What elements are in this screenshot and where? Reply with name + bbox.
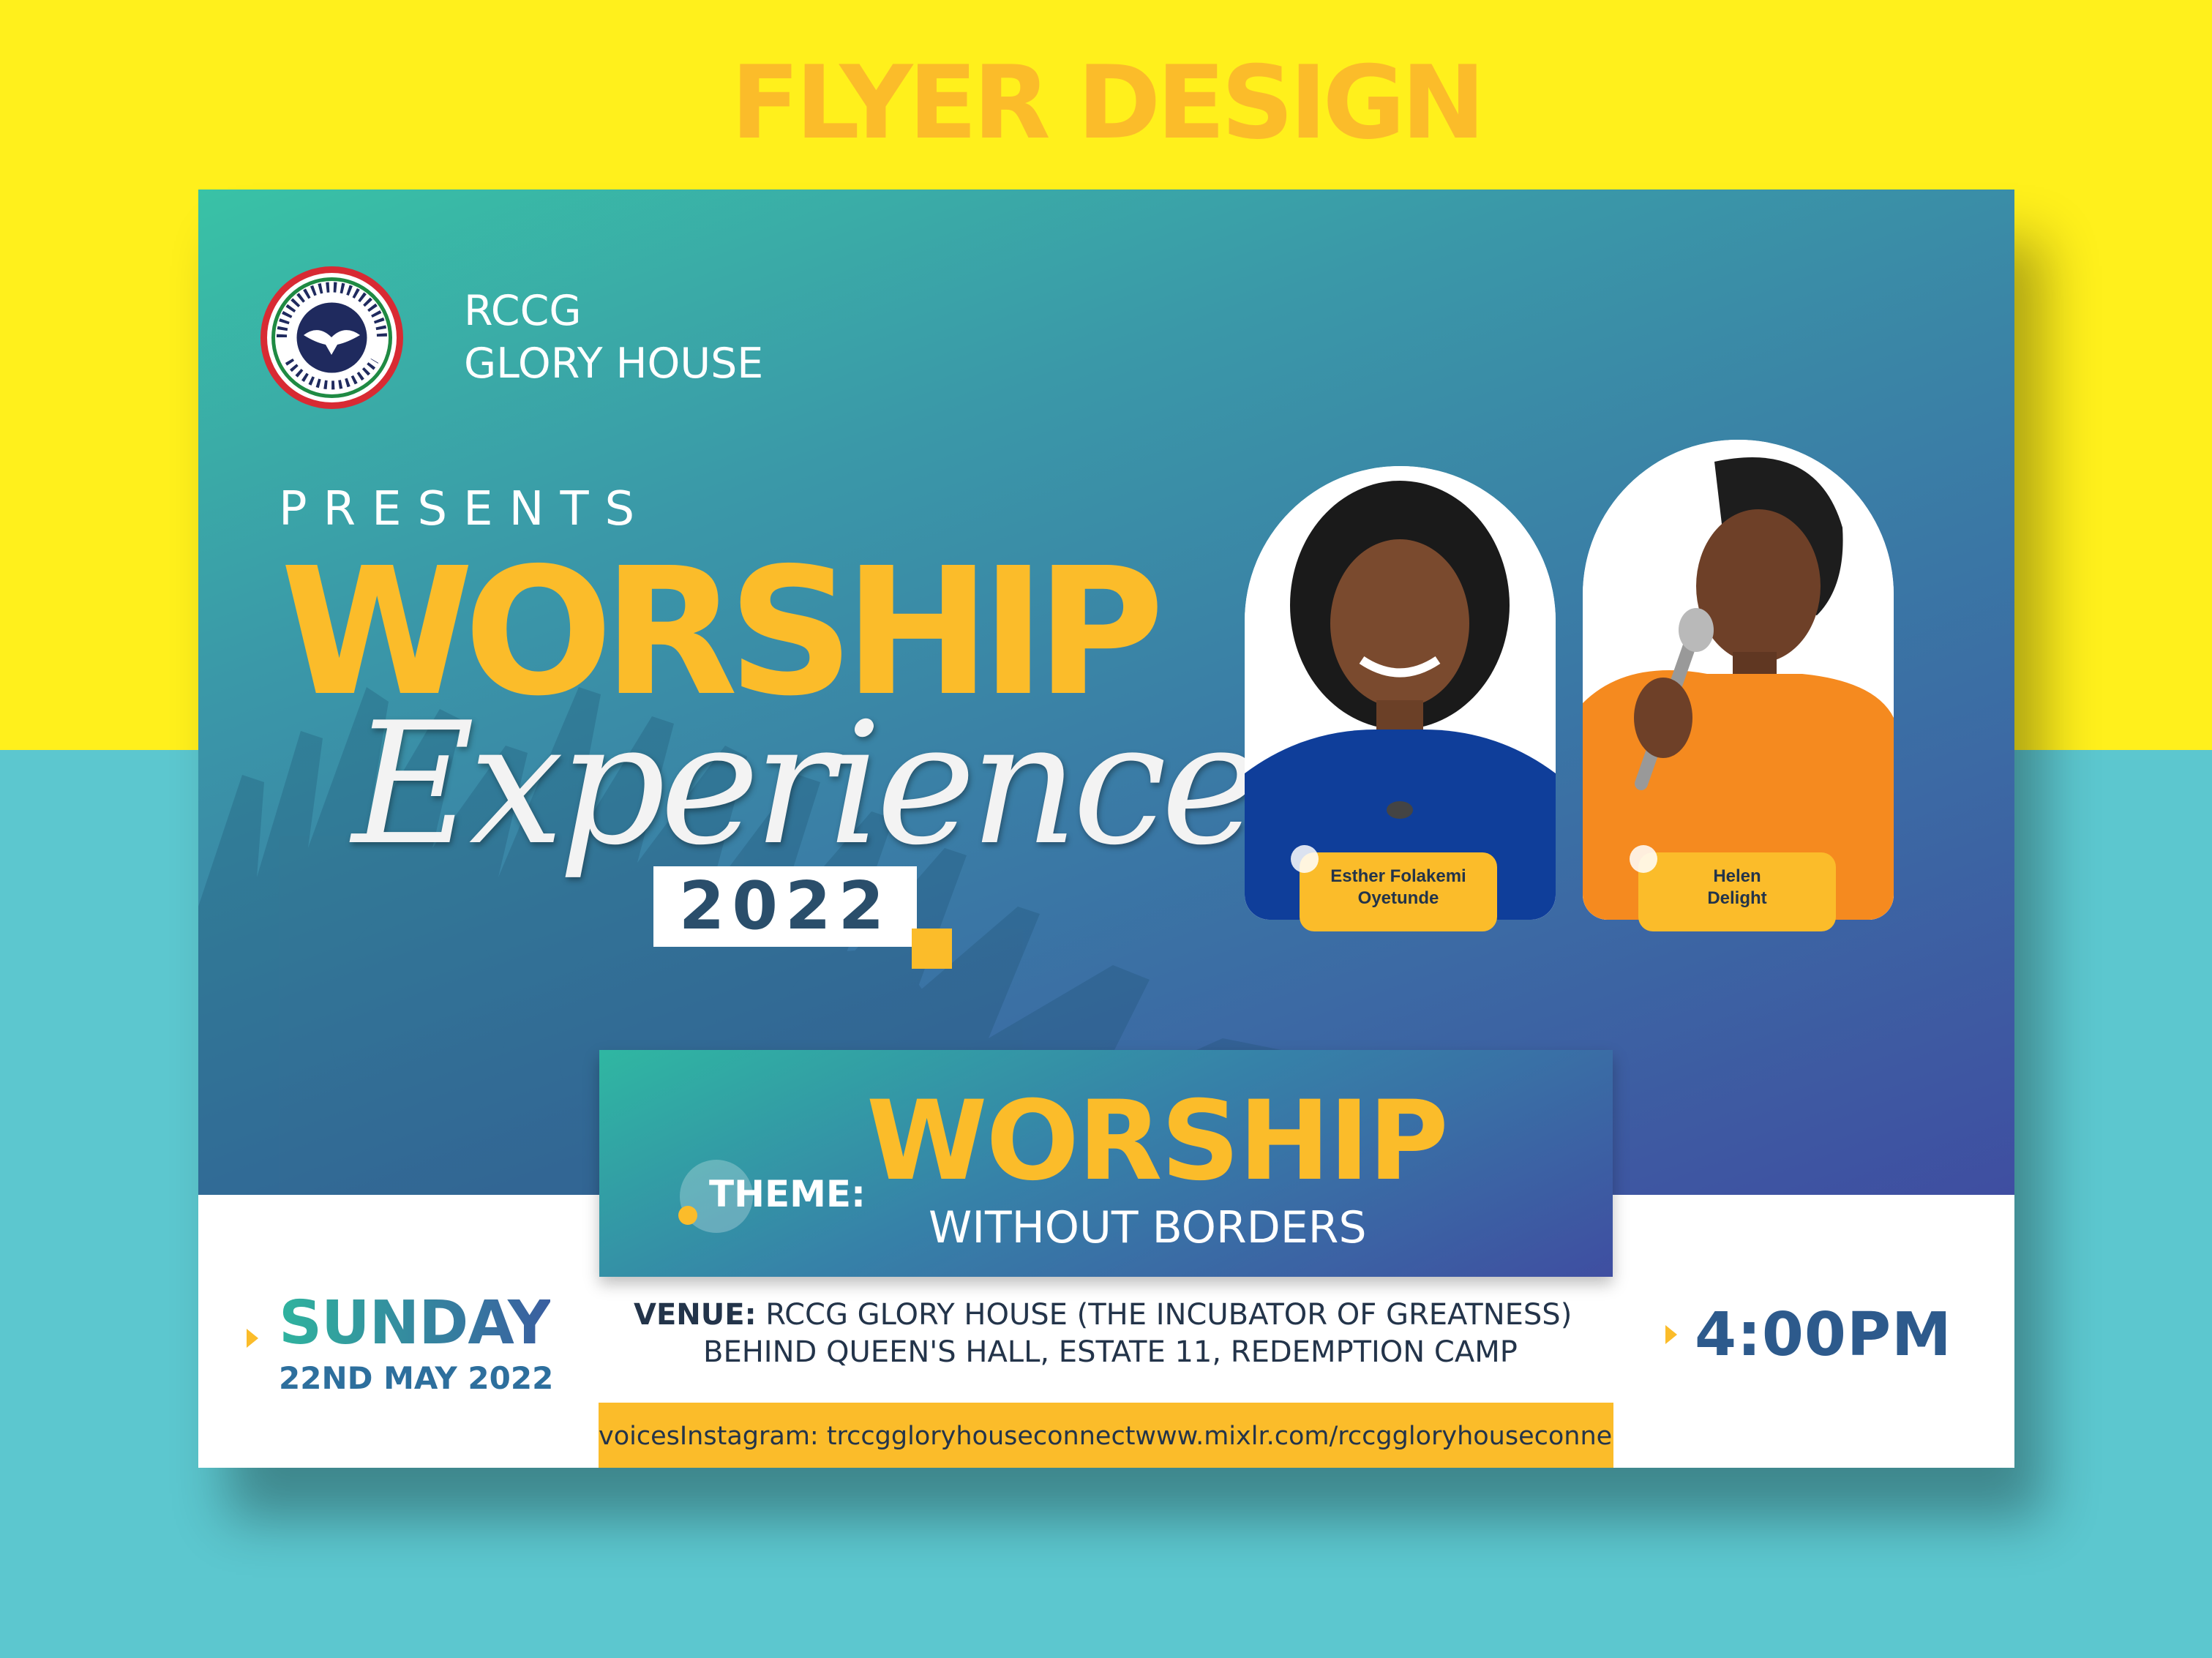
speaker-2-name-line-2: Delight: [1707, 888, 1767, 908]
speaker-1-name-line-1: Esther Folakemi: [1330, 866, 1466, 886]
dove-icon: [271, 277, 392, 398]
speaker-photo-2: [1583, 440, 1894, 920]
theme-title: WORSHIP: [866, 1078, 1449, 1205]
page-heading: FLYER DESIGN: [730, 44, 1486, 162]
speaker-2-name-line-1: Helen: [1713, 866, 1761, 886]
speaker-photo-1: [1245, 466, 1556, 920]
theme-subtitle: WITHOUT BORDERS: [929, 1202, 1367, 1253]
accent-square: [912, 929, 952, 969]
event-title-script: Experience: [352, 687, 1261, 882]
decorative-bubble: [1291, 845, 1319, 873]
theme-label: THEME:: [709, 1173, 866, 1215]
event-day: SUNDAY: [279, 1288, 551, 1358]
flyer-hero: RCCG GLORY HOUSE PRESENTS WORSHIP Experi…: [198, 190, 2014, 1195]
church-logo: [260, 266, 403, 409]
speaker-2-illustration: [1583, 440, 1894, 920]
arrow-right-icon: [1665, 1325, 1677, 1344]
venue-label: VENUE:: [634, 1298, 757, 1332]
speaker-name-tag-2: Helen Delight: [1638, 852, 1836, 931]
org-line-2: GLORY HOUSE: [464, 340, 764, 388]
event-date: 22ND MAY 2022: [279, 1360, 554, 1396]
presents-label: PRESENTS: [279, 482, 651, 536]
event-time: 4:00PM: [1695, 1300, 1952, 1370]
decorative-dot: [678, 1206, 697, 1225]
social-links-bar: voicesInstagram: trccggloryhouseconnectw…: [599, 1403, 1613, 1468]
event-year: 2022: [653, 866, 917, 947]
venue-line-2: BEHIND QUEEN'S HALL, ESTATE 11, REDEMPTI…: [703, 1335, 1518, 1369]
flyer: RCCG GLORY HOUSE PRESENTS WORSHIP Experi…: [198, 190, 2014, 1468]
speaker-1-illustration: [1245, 466, 1556, 920]
venue-line-1: VENUE: RCCG GLORY HOUSE (THE INCUBATOR O…: [634, 1294, 1585, 1335]
organization-name: RCCG GLORY HOUSE: [464, 285, 763, 390]
speaker-1-name-line-2: Oyetunde: [1357, 888, 1439, 908]
venue-name: RCCG GLORY HOUSE (THE INCUBATOR OF GREAT…: [765, 1298, 1572, 1332]
org-line-1: RCCG: [464, 287, 582, 335]
speaker-name-tag-1: Esther Folakemi Oyetunde: [1300, 852, 1497, 931]
arrow-right-icon: [247, 1329, 258, 1348]
theme-banner: THEME: WORSHIP WITHOUT BORDERS: [599, 1050, 1613, 1277]
decorative-bubble: [1630, 845, 1657, 873]
